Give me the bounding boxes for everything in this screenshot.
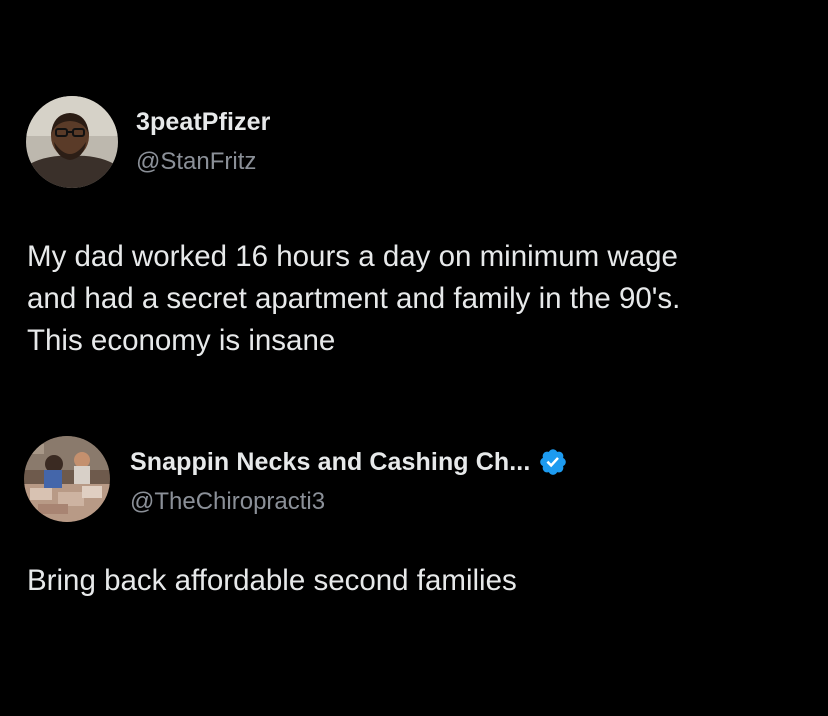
post-text-line: This economy is insane (27, 324, 336, 357)
author-row: 3peatPfizer (136, 108, 271, 137)
post-text-line: Bring back affordable second families (27, 564, 517, 597)
display-name[interactable]: Snappin Necks and Cashing Ch... (130, 448, 530, 477)
profile-photo-icon (26, 96, 118, 188)
post-text: My dad worked 16 hours a day on minimum … (27, 236, 680, 362)
avatar[interactable] (24, 436, 110, 522)
post-text-line: My dad worked 16 hours a day on minimum … (27, 240, 678, 273)
verified-badge-icon (540, 449, 567, 475)
post-text: Bring back affordable second families (27, 560, 517, 602)
user-handle[interactable]: @StanFritz (136, 148, 256, 176)
avatar[interactable] (26, 96, 118, 188)
display-name[interactable]: 3peatPfizer (136, 108, 271, 137)
author-row: Snappin Necks and Cashing Ch... (130, 447, 568, 477)
post-text-line: and had a secret apartment and family in… (27, 282, 681, 315)
user-handle[interactable]: @TheChiropracti3 (130, 488, 325, 516)
profile-photo-icon (24, 436, 110, 522)
